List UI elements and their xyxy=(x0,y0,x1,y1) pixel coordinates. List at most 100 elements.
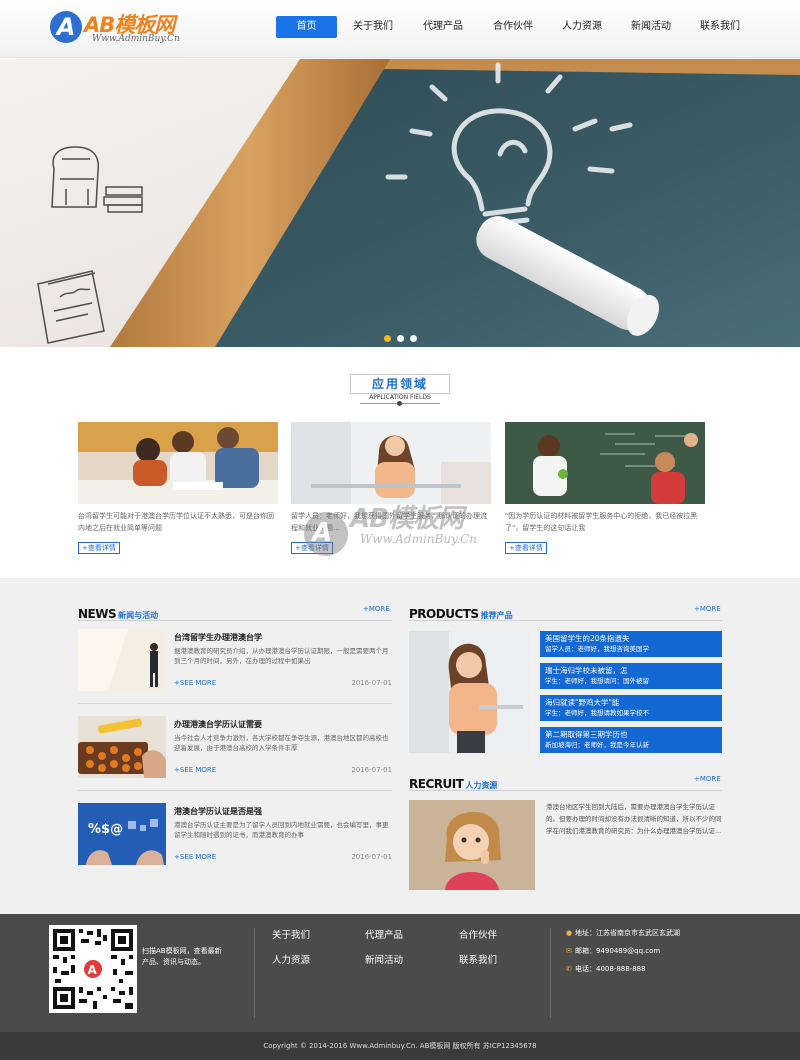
news-item-desc: 港澳台学历认证主要是为了留学人员回到内地就业需要，也会编写里，事更留学生和随时遇… xyxy=(174,821,389,839)
news-subtitle: 新闻与活动 xyxy=(118,611,159,620)
site-footer: A 扫描AB模板网，查看最新产品、资讯与动态。 关于我们 代理产品 合作伙伴 人… xyxy=(0,914,800,1032)
site-header: A AB模板网 Www.AdminBuy.Cn 首页 关于我们 代理产品 合作伙… xyxy=(0,0,800,58)
mail-icon: ✉ xyxy=(566,947,572,955)
location-icon: ● xyxy=(566,929,573,937)
footer-email-text[interactable]: 邮箱：9490489@qq.com xyxy=(575,947,660,955)
nav-news[interactable]: 新闻活动 xyxy=(625,16,677,38)
news-heading: NEWS 新闻与活动 xyxy=(78,603,159,621)
product-item-title: 瑞士海归学校未被留，怎 xyxy=(545,666,628,675)
svg-text:%$@: %$@ xyxy=(88,822,123,837)
product-item[interactable]: 瑞士海归学校未被留，怎 学生：老师好，我想请问：国外被留 xyxy=(540,663,722,689)
application-card-text: "因为学历认证的材料被留学生服务中心的拒绝，我已经被拉黑了"，留学生的这句话让我 xyxy=(505,512,698,532)
product-item-desc: 新加坡海归：老师好，我是今年认新 xyxy=(545,741,649,749)
logo-url: Www.AdminBuy.Cn xyxy=(92,34,180,44)
nav-contact[interactable]: 联系我们 xyxy=(694,16,746,38)
products-subtitle: 推荐产品 xyxy=(480,611,513,620)
application-card-more-button[interactable]: +查看详情 xyxy=(291,542,333,554)
news-item-image[interactable] xyxy=(78,629,166,691)
application-card-text: 台湾留学生可能对于港澳台学历学位认证不太熟悉，可是台你回内地之后在就业简单等问题 xyxy=(78,512,274,532)
banner-dot-1[interactable] xyxy=(383,335,391,342)
copyright-bar: Copyright © 2014-2016 Www.Adminbuy.Cn. A… xyxy=(0,1032,800,1060)
news-title: NEWS xyxy=(78,607,117,621)
news-item[interactable]: 台湾留学生办理港澳台学 据港澳教育的研究员介绍，从办理港澳台学历认证期限，一般是… xyxy=(78,629,392,693)
product-item-desc: 学生：老师好，我想请问：国外被留 xyxy=(545,677,649,685)
product-item-title: 美国留学生的20条指遗失 xyxy=(545,634,630,643)
news-item-title[interactable]: 港澳台学历认证是否是强 xyxy=(174,806,262,817)
recruit-image[interactable] xyxy=(409,800,535,890)
nav-home[interactable]: 首页 xyxy=(276,16,337,38)
recruit-more-link[interactable]: +MORE xyxy=(694,775,721,783)
footer-link-hr[interactable]: 人力资源 xyxy=(272,952,310,966)
news-item-title[interactable]: 台湾留学生办理港澳台学 xyxy=(174,632,262,643)
qr-code-icon: A xyxy=(49,925,137,1013)
news-item-more-link[interactable]: +SEE MORE xyxy=(174,679,216,687)
footer-link-about[interactable]: 关于我们 xyxy=(272,927,310,941)
news-item-date: 2016-07-01 xyxy=(351,853,392,861)
footer-phone: ✆ 电话：4008-888-888 xyxy=(566,964,646,974)
news-item-image[interactable] xyxy=(78,716,166,778)
footer-link-partners[interactable]: 合作伙伴 xyxy=(459,927,497,941)
news-item-image[interactable]: %$@ xyxy=(78,803,166,865)
footer-link-products[interactable]: 代理产品 xyxy=(365,927,403,941)
news-item-title[interactable]: 办理港澳台学历认证需要 xyxy=(174,719,262,730)
hero-banner[interactable] xyxy=(0,59,800,347)
news-item-date: 2016-07-01 xyxy=(351,679,392,687)
news-item-date: 2016-07-01 xyxy=(351,766,392,774)
footer-link-news[interactable]: 新闻活动 xyxy=(365,952,403,966)
news-item-more-link[interactable]: +SEE MORE xyxy=(174,853,216,861)
recruit-rule xyxy=(409,790,722,791)
footer-email: ✉ 邮箱：9490489@qq.com xyxy=(566,946,660,956)
products-title: PRODUCTS xyxy=(409,607,479,621)
recruit-heading: RECRUIT 人力资源 xyxy=(409,773,498,791)
site-logo[interactable]: A AB模板网 Www.AdminBuy.Cn xyxy=(50,9,200,49)
svg-text:A: A xyxy=(88,963,98,977)
products-rule xyxy=(409,620,722,621)
nav-about[interactable]: 关于我们 xyxy=(347,16,399,38)
product-item-desc: 学生：老师好，我想请教如果学校不 xyxy=(545,709,649,717)
product-item[interactable]: 美国留学生的20条指遗失 留学人员：老师好，我想咨询美国学 xyxy=(540,631,722,657)
news-item[interactable]: %$@ 港澳台学历认证是否是强 港澳台学历认证主要是为了留学人员回到内地就业需要… xyxy=(78,803,392,867)
news-item-desc: 当今社会人才竞争力激烈，各大学校都在争夺生源，港澳台地区都的高校也迎着发展，由于… xyxy=(174,734,389,752)
application-card[interactable]: 台湾留学生可能对于港澳台学历学位认证不太熟悉，可是台你回内地之后在就业简单等问题… xyxy=(78,422,278,554)
banner-pager xyxy=(0,335,800,342)
recruit-text: 港澳台地区学生回到大陆后，需要办理港澳台学生学历认证的。但要办理的时间却没有办法… xyxy=(546,803,722,835)
product-item[interactable]: 第二期取得第三期学历也 新加坡海归：老师好，我是今年认新 xyxy=(540,727,722,753)
application-card-more-button[interactable]: +查看详情 xyxy=(505,542,547,554)
banner-chalkboard-image xyxy=(0,59,800,347)
news-item-more-link[interactable]: +SEE MORE xyxy=(174,766,216,774)
banner-dot-2[interactable] xyxy=(396,335,404,342)
news-item[interactable]: 办理港澳台学历认证需要 当今社会人才竞争力激烈，各大学校都在争夺生源，港澳台地区… xyxy=(78,716,392,780)
application-card[interactable]: 留学人员：老师好，我想获得国外留学生服务，那认证的办理流程和就业问题… +查看详… xyxy=(291,422,491,554)
page: A AB模板网 Www.AdminBuy.Cn 首页 关于我们 代理产品 合作伙… xyxy=(0,0,800,1060)
application-card[interactable]: "因为学历认证的材料被留学生服务中心的拒绝，我已经被拉黑了"，留学生的这句话让我… xyxy=(505,422,705,554)
product-item-desc: 留学人员：老师好，我想咨询美国学 xyxy=(545,645,649,653)
application-card-more-button[interactable]: +查看详情 xyxy=(78,542,120,554)
news-separator xyxy=(78,703,392,704)
banner-dot-3[interactable] xyxy=(409,335,417,342)
application-card-image[interactable] xyxy=(78,422,278,504)
product-item-title: 第二期取得第三期学历也 xyxy=(545,730,628,739)
product-item-title: 海归就读"野鸡大学"能 xyxy=(545,698,620,707)
logo-mark-icon: A xyxy=(50,11,82,43)
recruit-subtitle: 人力资源 xyxy=(465,781,498,790)
phone-icon: ✆ xyxy=(566,965,572,973)
news-item-desc: 据港澳教育的研究员介绍，从办理港澳台学历认证期限，一般是需要两个月到三个月的时间… xyxy=(174,647,389,665)
products-heading: PRODUCTS 推荐产品 xyxy=(409,603,513,621)
footer-divider xyxy=(254,928,255,1018)
news-separator xyxy=(78,790,392,791)
footer-link-contact[interactable]: 联系我们 xyxy=(459,952,497,966)
nav-products[interactable]: 代理产品 xyxy=(417,16,469,38)
news-more-link[interactable]: +MORE xyxy=(363,605,390,613)
nav-hr[interactable]: 人力资源 xyxy=(556,16,608,38)
footer-divider xyxy=(550,928,551,1018)
products-more-link[interactable]: +MORE xyxy=(694,605,721,613)
products-feature-image[interactable] xyxy=(409,631,529,753)
application-card-image[interactable] xyxy=(505,422,705,504)
application-card-image[interactable] xyxy=(291,422,491,504)
news-rule xyxy=(78,620,392,621)
recruit-title: RECRUIT xyxy=(409,777,464,791)
footer-phone-text: 电话：4008-888-888 xyxy=(575,965,646,973)
product-item[interactable]: 海归就读"野鸡大学"能 学生：老师好，我想请教如果学校不 xyxy=(540,695,722,721)
nav-partners[interactable]: 合作伙伴 xyxy=(487,16,539,38)
application-subtitle: APPLICATION FIELDS xyxy=(340,394,460,401)
